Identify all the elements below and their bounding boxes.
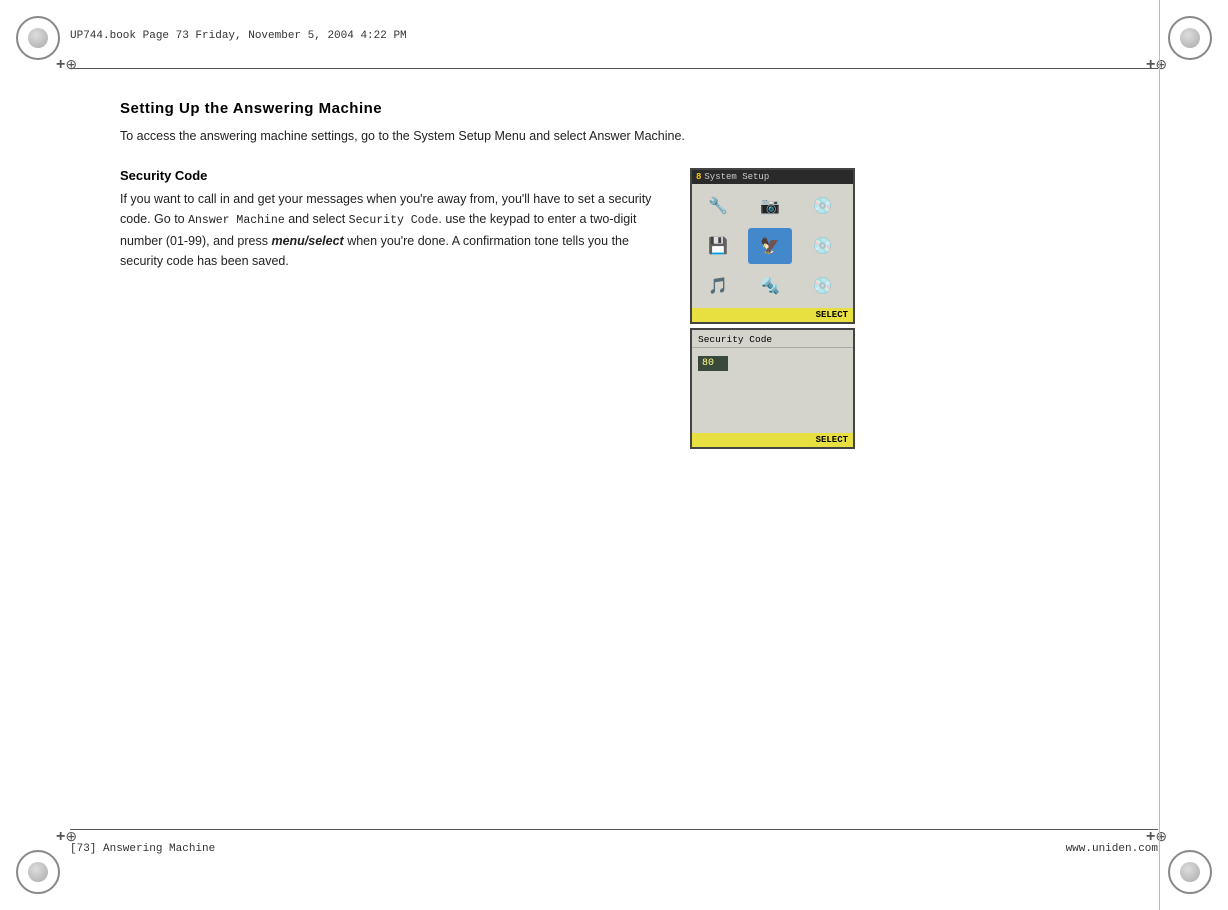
top-rule [70, 68, 1158, 69]
section-body: If you want to call in and get your mess… [120, 189, 660, 270]
screen-icons-grid: 🔧 📷 💿 💾 🦅 💿 🎵 🔩 💿 [692, 184, 853, 308]
security-code-body: 80 [692, 348, 853, 433]
screenshots-column: 8 System Setup 🔧 📷 💿 💾 🦅 💿 🎵 🔩 💿 [690, 168, 860, 449]
security-code-title: Security Code [692, 330, 853, 348]
corner-decoration-bl [8, 842, 68, 902]
security-code-select-label: SELECT [692, 433, 853, 447]
icon-disc3: 💿 [801, 228, 845, 264]
crosshair-tl: ⊕ [56, 56, 76, 76]
main-content: Setting Up the Answering Machine To acce… [120, 100, 1158, 820]
section-row: Security Code If you want to call in and… [120, 168, 1158, 449]
bottom-rule [70, 829, 1158, 830]
intro-paragraph: To access the answering machine settings… [120, 127, 690, 146]
icon-disc2: 💾 [696, 228, 740, 264]
system-setup-screen: 8 System Setup 🔧 📷 💿 💾 🦅 💿 🎵 🔩 💿 [690, 168, 855, 324]
security-code-input: 80 [698, 356, 728, 371]
page-title: Setting Up the Answering Machine [120, 100, 1158, 117]
right-margin-line [1159, 0, 1160, 910]
section-text: Security Code If you want to call in and… [120, 168, 660, 270]
section-heading: Security Code [120, 168, 660, 183]
footer-left: [73] Answering Machine [70, 843, 215, 855]
corner-decoration-br [1160, 842, 1220, 902]
screen-top-bar: 8 System Setup [692, 170, 853, 184]
icon-disc4: 💿 [801, 268, 845, 304]
icon-camera: 📷 [748, 188, 792, 224]
screen-number: 8 [696, 172, 701, 182]
icon-settings: 🔧 [696, 188, 740, 224]
icon-music: 🎵 [696, 268, 740, 304]
icon-disc1: 💿 [801, 188, 845, 224]
crosshair-tr: ⊕ [1146, 56, 1166, 76]
header-text: UP744.book Page 73 Friday, November 5, 2… [70, 30, 407, 42]
icon-selected: 🦅 [748, 228, 792, 264]
corner-decoration-tr [1160, 8, 1220, 68]
system-setup-select-label: SELECT [692, 308, 853, 322]
icon-wrench2: 🔩 [748, 268, 792, 304]
screen-title: System Setup [704, 172, 769, 182]
security-code-screen: Security Code 80 SELECT [690, 328, 855, 449]
footer-right: www.uniden.com [1066, 843, 1158, 855]
